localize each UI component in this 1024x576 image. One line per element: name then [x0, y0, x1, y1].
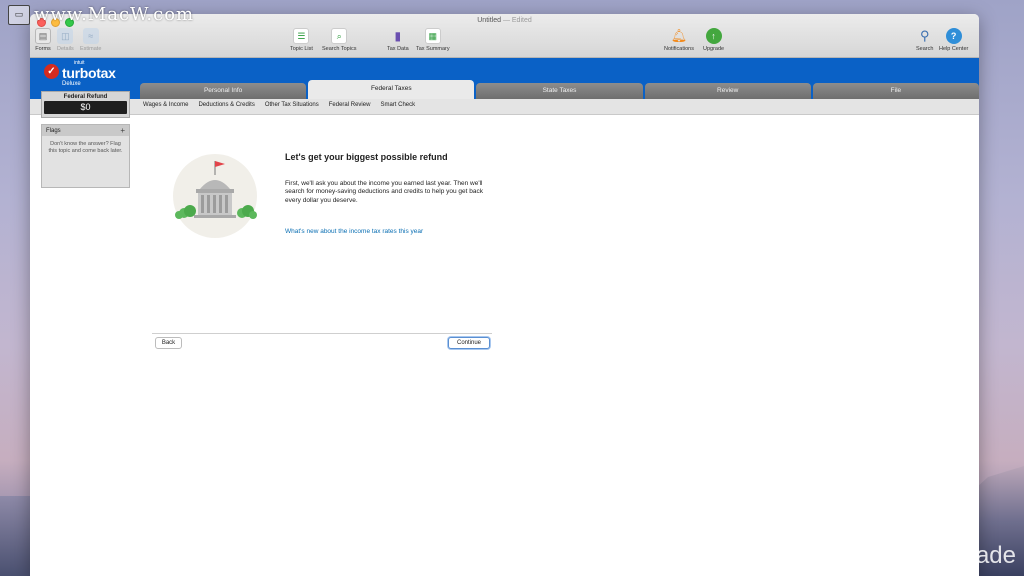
desktop-background-left	[0, 496, 30, 576]
refund-meter: Federal Refund $0	[41, 91, 130, 118]
forms-button[interactable]: ▤ Forms	[35, 28, 51, 52]
bell-icon: 🔔︎	[670, 28, 688, 43]
search-topics-label: Search Topics	[322, 46, 357, 52]
page-body-text: First, we'll ask you about the income yo…	[285, 180, 484, 204]
tax-data-label: Tax Data	[387, 46, 409, 52]
estimate-icon: ≈	[82, 28, 99, 44]
notifications-button[interactable]: 🔔︎ Notifications	[664, 28, 694, 52]
bar-chart-icon: ▮	[394, 29, 402, 43]
watermark-bottom-text: Warmasjade	[882, 542, 1016, 569]
refund-label: Federal Refund	[63, 94, 108, 100]
help-center-button[interactable]: ? Help Center	[939, 28, 968, 52]
subnav-federal-review[interactable]: Federal Review	[329, 102, 371, 108]
continue-button[interactable]: Continue	[448, 337, 490, 349]
search-label: Search	[916, 46, 934, 52]
watermark-bottom: Warmasjade	[846, 542, 1016, 570]
add-flag-button[interactable]: +	[120, 126, 125, 135]
forms-label: Forms	[35, 46, 51, 52]
tab-personal-info[interactable]: Personal Info	[140, 83, 307, 99]
estimate-button[interactable]: ≈ Estimate	[80, 28, 101, 52]
upgrade-arrow-icon: ↑	[705, 28, 722, 44]
sub-navigation: Wages & Income Deductions & Credits Othe…	[30, 99, 979, 115]
topic-list-label: Topic List	[290, 46, 313, 52]
subnav-other-tax-situations[interactable]: Other Tax Situations	[265, 102, 319, 108]
window-title-text: Untitled	[477, 17, 501, 24]
subnav-deductions-credits[interactable]: Deductions & Credits	[198, 102, 254, 108]
checkmark-logo-icon: ✓	[44, 64, 59, 79]
tax-summary-button[interactable]: ▦ Tax Summary	[416, 28, 450, 52]
upgrade-button[interactable]: ↑ Upgrade	[703, 28, 724, 52]
help-center-label: Help Center	[939, 46, 969, 52]
search-topics-button[interactable]: ⌕ Search Topics	[322, 28, 356, 52]
logo-wordmark: turbotax	[62, 65, 116, 81]
refund-amount: $0	[44, 101, 127, 114]
tab-state-taxes[interactable]: State Taxes	[476, 83, 643, 99]
weibo-icon	[846, 545, 877, 567]
monitor-icon: ▭	[8, 4, 30, 25]
subnav-smart-check[interactable]: Smart Check	[380, 102, 415, 108]
forms-icon: ▤	[35, 28, 51, 44]
logo-edition: Deluxe	[62, 81, 81, 87]
brand-bar: ✓ intuit turbotax Deluxe Personal Info F…	[30, 58, 979, 99]
turbotax-logo: ✓ intuit turbotax Deluxe	[44, 61, 116, 87]
details-button[interactable]: ◫ Details	[57, 28, 74, 52]
watermark-top: ▭ www.MacW.com	[8, 4, 194, 25]
topic-list-icon: ☰	[293, 28, 310, 44]
flags-header: Flags +	[42, 125, 129, 136]
search-topics-icon: ⌕	[331, 28, 348, 44]
topic-list-button[interactable]: ☰ Topic List	[290, 28, 313, 52]
details-icon: ◫	[57, 28, 74, 44]
page-headline: Let's get your biggest possible refund	[285, 152, 448, 162]
tax-data-button[interactable]: ▮ Tax Data	[387, 28, 409, 52]
main-tabs: Personal Info Federal Taxes State Taxes …	[140, 80, 979, 99]
flags-hint: Don't know the answer? Flag this topic a…	[48, 141, 123, 155]
tab-file[interactable]: File	[812, 83, 979, 99]
sidebar: Federal Refund $0 Flags + Don't know the…	[41, 91, 130, 188]
estimate-label: Estimate	[80, 46, 102, 52]
tax-rates-link[interactable]: What's new about the income tax rates th…	[285, 228, 423, 235]
tab-federal-taxes[interactable]: Federal Taxes	[308, 80, 475, 99]
back-button[interactable]: Back	[155, 337, 182, 349]
search-icon: ⚲	[919, 28, 930, 43]
flags-title: Flags	[46, 127, 61, 134]
window-title-status: — Edited	[502, 17, 532, 24]
content-divider	[152, 333, 492, 334]
tax-summary-label: Tax Summary	[416, 46, 450, 52]
details-label: Details	[57, 46, 74, 52]
notifications-label: Notifications	[664, 46, 694, 52]
tax-summary-icon: ▦	[424, 28, 441, 44]
flags-panel: Flags + Don't know the answer? Flag this…	[41, 124, 130, 188]
app-window: Untitled — Edited ▤ Forms ◫ Details ≈ Es…	[30, 14, 979, 576]
tab-review[interactable]: Review	[644, 83, 811, 99]
subnav-wages-income[interactable]: Wages & Income	[143, 102, 188, 108]
capitol-building-illustration	[173, 154, 257, 238]
search-button[interactable]: ⚲ Search	[916, 28, 933, 52]
upgrade-label: Upgrade	[703, 46, 725, 52]
help-icon: ?	[945, 28, 962, 44]
watermark-top-text: www.MacW.com	[34, 4, 195, 25]
